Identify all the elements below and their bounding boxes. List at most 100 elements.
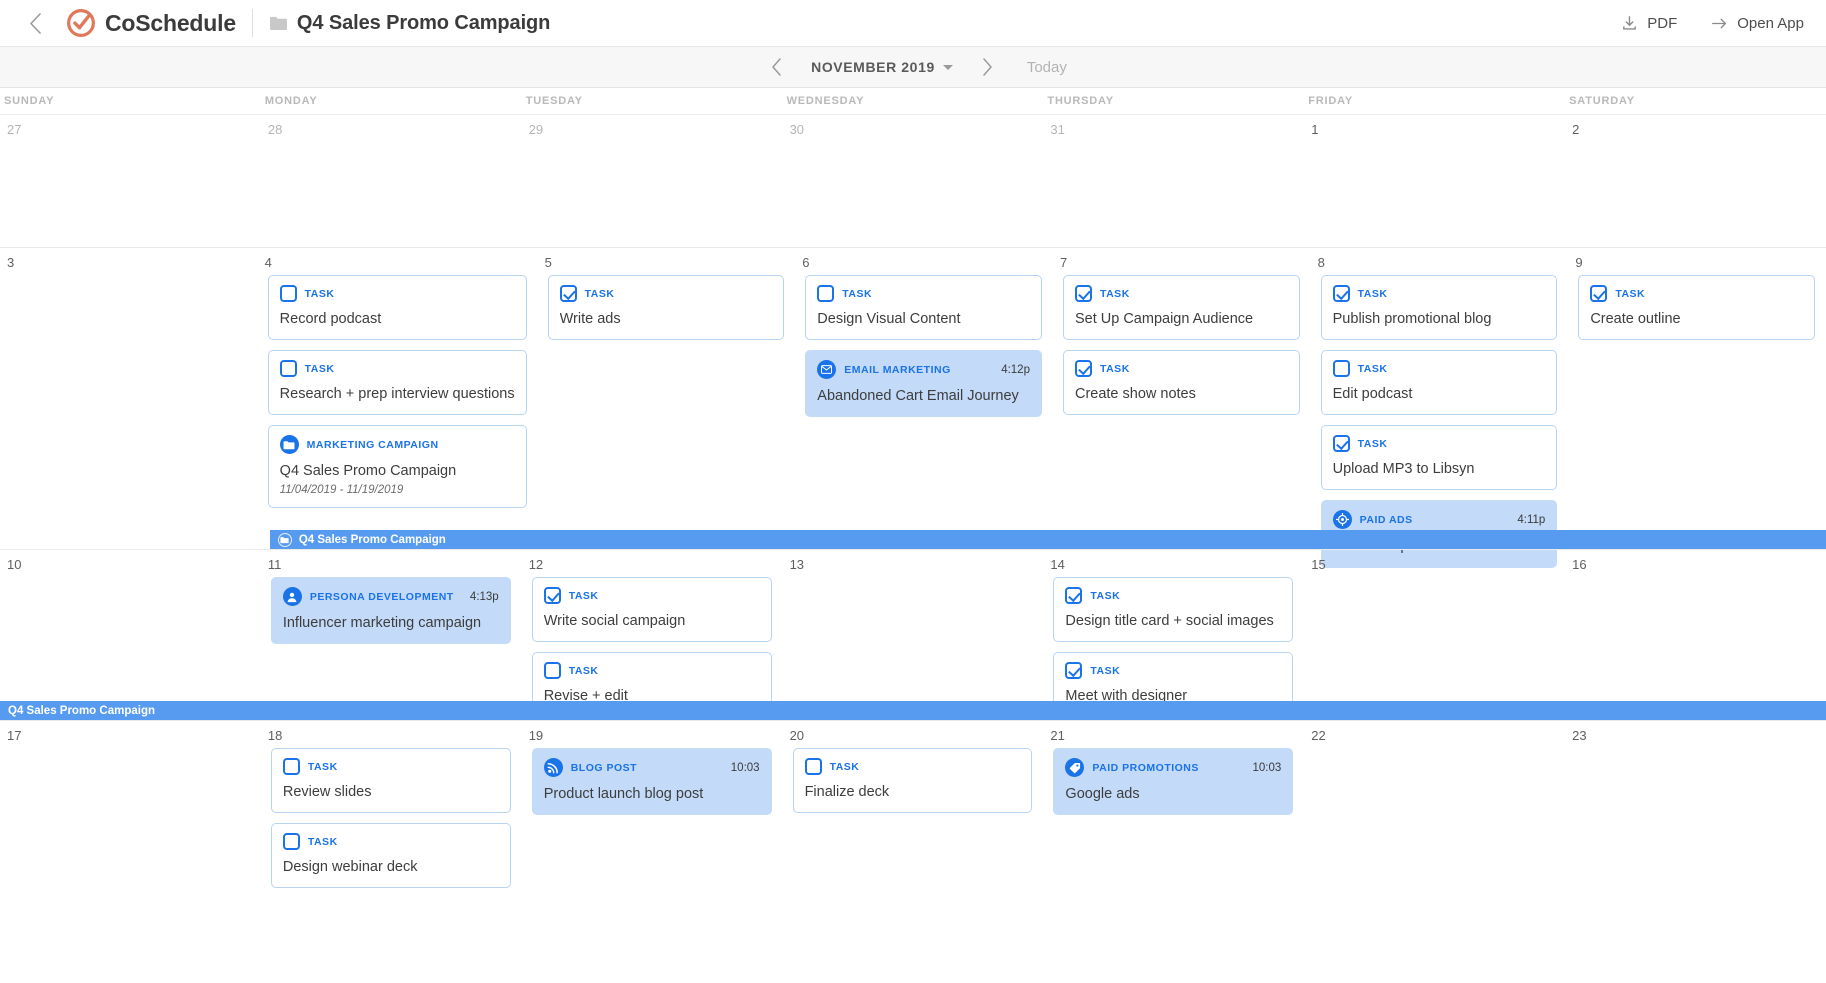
day-number: 29 xyxy=(528,122,544,137)
arrow-right-icon xyxy=(1712,18,1727,28)
campaign-span-bar[interactable]: Q4 Sales Promo Campaign xyxy=(0,701,1826,720)
chevron-right-icon xyxy=(983,58,993,76)
card-header: TASK xyxy=(1065,587,1281,604)
day-cell-19[interactable]: 19 BLOG POST 10:03 Product launch blog post xyxy=(522,721,783,906)
checkbox-checked-icon[interactable] xyxy=(543,587,561,604)
pdf-button[interactable]: PDF xyxy=(1621,15,1677,32)
day-number: 6 xyxy=(802,255,810,270)
day-cell-31[interactable]: 31 xyxy=(1043,115,1304,175)
day-cell-23[interactable]: 23 xyxy=(1565,721,1826,906)
open-app-button[interactable]: Open App xyxy=(1711,15,1804,32)
card-header: PAID ADS 4:11p xyxy=(1332,510,1545,530)
day-cell-18[interactable]: 18 TASK Review slides TASK Design webinar de… xyxy=(261,721,522,906)
calendar-item-card[interactable]: TASK Finalize deck xyxy=(792,748,1033,814)
checkbox-unchecked-icon[interactable] xyxy=(543,662,561,680)
header-actions: PDF Open App xyxy=(1621,15,1804,32)
calendar-item-card[interactable]: EMAIL MARKETING 4:12p Abandoned Cart Email… xyxy=(805,350,1042,418)
calendar-item-card[interactable]: BLOG POST 10:03 Product launch blog post xyxy=(531,748,772,816)
card-type-label: TASK xyxy=(1357,287,1388,300)
day-cell-28[interactable]: 28 xyxy=(261,115,522,175)
checkbox-checked-icon[interactable] xyxy=(1065,662,1083,680)
card-title: Set Up Campaign Audience xyxy=(1074,311,1254,327)
back-button[interactable] xyxy=(22,10,48,36)
checkbox-unchecked-icon[interactable] xyxy=(279,285,297,302)
day-number: 7 xyxy=(1059,255,1068,270)
day-number: 17 xyxy=(7,728,22,743)
checkbox-checked-icon[interactable] xyxy=(1332,285,1350,302)
day-cell-1[interactable]: 1 xyxy=(1304,115,1565,175)
calendar-item-card[interactable]: TASK Write social campaign xyxy=(531,577,772,643)
calendar-item-card[interactable]: TASK Write ads xyxy=(547,275,785,341)
calendar-item-card[interactable]: TASK Create outline xyxy=(1578,275,1815,341)
day-number: 22 xyxy=(1311,728,1326,743)
calendar-item-card[interactable]: TASK Design Visual Content xyxy=(805,275,1042,341)
card-title: Design title card + social images xyxy=(1065,613,1274,629)
checkbox-checked-icon[interactable] xyxy=(559,285,577,302)
brand-logo[interactable]: CoSchedule xyxy=(66,8,236,38)
day-cell-20[interactable]: 20 TASK Finalize deck xyxy=(783,721,1044,906)
card-type-label: MARKETING CAMPAIGN xyxy=(306,438,439,451)
day-cell-30[interactable]: 30 xyxy=(783,115,1044,175)
day-cell-2[interactable]: 2 xyxy=(1565,115,1826,175)
card-title: Upload MP3 to Libsyn xyxy=(1332,461,1475,478)
calendar-item-card[interactable]: PAID PROMOTIONS 10:03 Google ads xyxy=(1053,748,1294,816)
project-breadcrumb[interactable]: Q4 Sales Promo Campaign xyxy=(269,12,550,35)
folder-icon xyxy=(277,532,292,547)
calendar-item-card[interactable]: TASK Upload MP3 to Libsyn xyxy=(1320,425,1558,491)
card-time-label: 10:03 xyxy=(730,761,760,774)
calendar-item-card[interactable]: TASK Design title card + social images xyxy=(1053,577,1294,643)
checkbox-unchecked-icon[interactable] xyxy=(282,758,300,775)
calendar-item-card[interactable]: TASK Edit podcast xyxy=(1320,350,1558,416)
day-number: 9 xyxy=(1575,255,1583,270)
day-cell-3[interactable]: 3 xyxy=(0,248,258,586)
card-title: Influencer marketing campaign xyxy=(282,615,482,631)
day-number: 19 xyxy=(528,728,544,743)
folder-icon xyxy=(279,435,299,455)
checkbox-checked-icon[interactable] xyxy=(1065,587,1083,604)
card-header: EMAIL MARKETING 4:12p xyxy=(817,360,1030,380)
today-button[interactable]: Today xyxy=(1027,59,1067,76)
checkbox-unchecked-icon[interactable] xyxy=(804,758,822,775)
calendar-item-card[interactable]: MARKETING CAMPAIGN Q4 Sales Promo Campaig… xyxy=(267,425,527,509)
day-cell-22[interactable]: 22 xyxy=(1304,721,1565,906)
checkbox-unchecked-icon[interactable] xyxy=(817,285,835,302)
day-cell-17[interactable]: 17 xyxy=(0,721,261,906)
card-title: Create outline xyxy=(1590,311,1681,327)
checkbox-checked-icon[interactable] xyxy=(1074,360,1092,378)
calendar-item-card[interactable]: TASK Research + prep interview questions xyxy=(267,350,527,416)
calendar-item-card[interactable]: TASK Design webinar deck xyxy=(270,823,511,889)
checkbox-checked-icon[interactable] xyxy=(1074,285,1092,302)
checkbox-unchecked-icon[interactable] xyxy=(1332,360,1350,378)
calendar-item-card[interactable]: PERSONA DEVELOPMENT 4:13p Influencer marke… xyxy=(270,577,511,645)
card-title: Record podcast xyxy=(279,311,382,327)
next-month-button[interactable] xyxy=(971,50,1005,84)
checkbox-unchecked-icon[interactable] xyxy=(282,833,300,851)
day-number: 12 xyxy=(528,557,544,572)
target-icon xyxy=(1332,510,1352,530)
card-header: TASK xyxy=(282,833,499,851)
card-title: Review slides xyxy=(282,784,372,800)
calendar-item-card[interactable]: TASK Publish promotional blog xyxy=(1320,275,1558,341)
checkbox-checked-icon[interactable] xyxy=(1332,435,1350,453)
day-number: 15 xyxy=(1311,557,1326,572)
card-type-label: TASK xyxy=(584,287,615,300)
month-picker[interactable]: NOVEMBER 2019 xyxy=(811,59,953,75)
calendar-item-card[interactable]: TASK Review slides xyxy=(270,748,511,814)
card-title: Q4 Sales Promo Campaign xyxy=(279,463,457,480)
checkbox-checked-icon[interactable] xyxy=(1590,285,1608,302)
day-cell-21[interactable]: 21 PAID PROMOTIONS 10:03 Google ads xyxy=(1043,721,1304,906)
card-time-label: 4:12p xyxy=(1001,363,1030,376)
campaign-span-bar[interactable]: Q4 Sales Promo Campaign xyxy=(269,530,1826,549)
brand-name: CoSchedule xyxy=(105,9,236,36)
calendar-item-card[interactable]: TASK Set Up Campaign Audience xyxy=(1062,275,1300,341)
calendar-item-card[interactable]: TASK Record podcast xyxy=(267,275,527,341)
day-cell-27[interactable]: 27 xyxy=(0,115,261,175)
day-number: 28 xyxy=(267,122,283,137)
day-number: 1 xyxy=(1311,122,1319,137)
day-cell-29[interactable]: 29 xyxy=(522,115,783,175)
week-day-columns: 27 28 29 30 31 1 2 xyxy=(0,115,1826,175)
calendar-item-card[interactable]: TASK Create show notes xyxy=(1062,350,1300,416)
prev-month-button[interactable] xyxy=(759,50,793,84)
card-type-label: TASK xyxy=(1099,362,1130,375)
checkbox-unchecked-icon[interactable] xyxy=(279,360,297,378)
